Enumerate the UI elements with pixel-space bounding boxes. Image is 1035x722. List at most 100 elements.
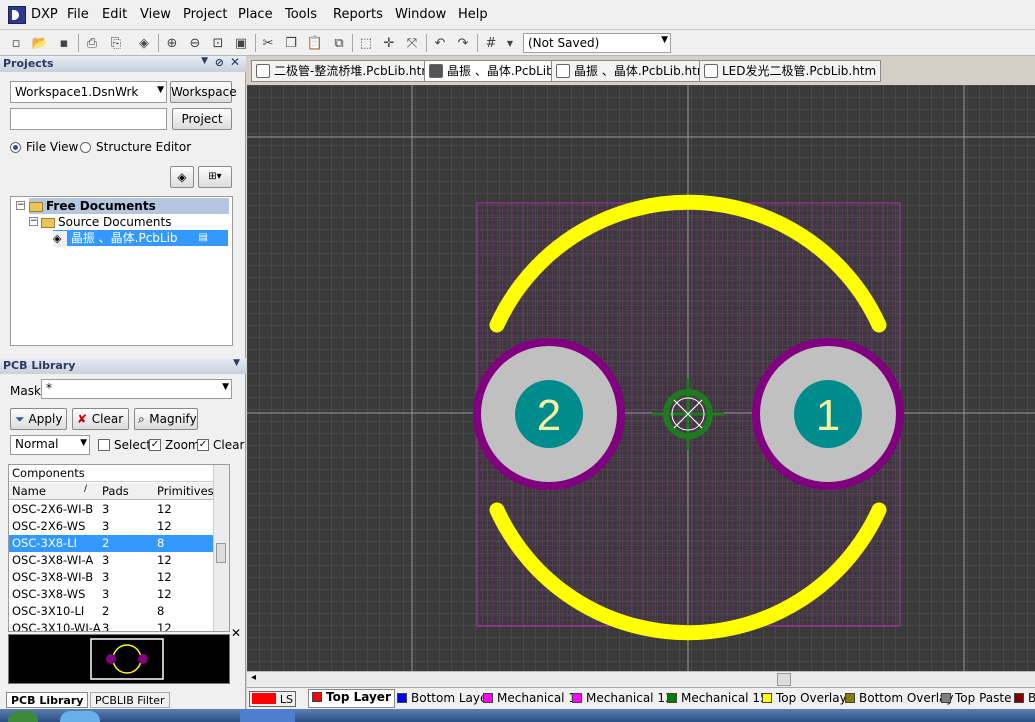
file-view-radio[interactable] bbox=[10, 142, 21, 153]
mask-input[interactable]: * ▼ bbox=[41, 379, 232, 399]
doc-tab-4[interactable]: LED发光二极管.PcbLib.htm bbox=[699, 60, 882, 82]
magnify-button[interactable]: ⌕ Magnify bbox=[134, 408, 198, 430]
paste-icon[interactable]: 📋 bbox=[305, 33, 325, 53]
project-button[interactable]: Project bbox=[172, 108, 232, 130]
print-preview-icon[interactable]: ⎘ bbox=[106, 33, 126, 53]
layer-tab-mechanical-1[interactable]: Mechanical 1 bbox=[483, 691, 576, 705]
variant-select[interactable]: (Not Saved) ▼ bbox=[523, 33, 671, 53]
menu-window[interactable]: Window bbox=[395, 7, 446, 22]
menu-view[interactable]: View bbox=[140, 7, 171, 22]
layer-tab-bottom-paste[interactable]: B bbox=[1014, 691, 1035, 705]
zoom-in-icon[interactable]: ⊕ bbox=[162, 33, 182, 53]
table-row[interactable]: OSC-3X8-WS 3 12 bbox=[9, 586, 213, 603]
vertical-scrollbar[interactable] bbox=[213, 465, 229, 631]
layer-tab-top-overlay[interactable]: Top Overlay bbox=[762, 691, 847, 705]
layer-tab-mechanical-15[interactable]: Mechanical 15 bbox=[667, 691, 768, 705]
collapse-icon[interactable]: − bbox=[29, 217, 38, 226]
close-preview-icon[interactable]: ✕ bbox=[231, 626, 241, 640]
zoom-fit-icon[interactable]: ⊡ bbox=[208, 33, 228, 53]
tab-pcblib-filter[interactable]: PCBLIB Filter bbox=[90, 692, 170, 708]
workspace-select[interactable]: Workspace1.DsnWrk ▼ bbox=[10, 81, 167, 103]
layer-tab-top-layer[interactable]: Top Layer bbox=[308, 689, 395, 708]
open-document-icon[interactable]: ⊞▾ bbox=[198, 166, 232, 188]
project-options-icon[interactable]: ◈ bbox=[170, 166, 194, 188]
project-field[interactable] bbox=[10, 108, 167, 130]
table-row[interactable]: OSC-3X8-WI-A 3 12 bbox=[9, 552, 213, 569]
clear-button[interactable]: ✘ Clear bbox=[72, 408, 129, 430]
table-row[interactable]: OSC-3X8-LI 2 8 bbox=[9, 535, 213, 552]
select-checkbox[interactable] bbox=[98, 439, 110, 451]
zoom-area-icon[interactable]: ▣ bbox=[231, 33, 251, 53]
clear-existing-checkbox[interactable]: ✓ bbox=[197, 439, 209, 451]
structure-editor-radio[interactable] bbox=[80, 142, 91, 153]
doc-tab-2[interactable]: 晶振 、晶体.PcbLib bbox=[424, 60, 559, 82]
tree-item-source-documents[interactable]: Source Documents bbox=[41, 214, 171, 230]
menu-help[interactable]: Help bbox=[458, 7, 488, 22]
grid-icon[interactable]: # bbox=[481, 33, 501, 53]
panel-menu-icon[interactable]: ▼ bbox=[233, 358, 240, 368]
open-folder-icon[interactable]: 📂 bbox=[30, 33, 50, 53]
table-row[interactable]: OSC-3X10-LI 2 8 bbox=[9, 603, 213, 620]
horizontal-scrollbar[interactable]: ◂ bbox=[247, 671, 1035, 687]
apply-button[interactable]: ⏷ Apply bbox=[10, 408, 67, 430]
pad-2[interactable]: 2 bbox=[473, 338, 625, 490]
table-row[interactable]: OSC-2X6-WI-B 3 12 bbox=[9, 501, 213, 518]
menu-tools[interactable]: Tools bbox=[285, 7, 317, 22]
scroll-left-icon[interactable]: ◂ bbox=[251, 672, 256, 683]
menu-project[interactable]: Project bbox=[183, 7, 227, 22]
pin-icon[interactable]: ⊘ bbox=[215, 56, 224, 69]
doc-tab-1[interactable]: 二极管-整流桥堆.PcbLib.htm bbox=[251, 60, 439, 82]
taskbar-app-icon[interactable] bbox=[240, 709, 295, 722]
doc-tab-3[interactable]: 晶振 、晶体.PcbLib.htm bbox=[551, 60, 714, 82]
undo-icon[interactable]: ↶ bbox=[430, 33, 450, 53]
table-row[interactable]: OSC-3X10-WI-A 3 12 bbox=[9, 620, 213, 631]
chevron-down-icon: ▼ bbox=[80, 438, 87, 448]
table-row[interactable]: OSC-3X8-WI-B 3 12 bbox=[9, 569, 213, 586]
layer-tab-top-paste[interactable]: Top Paste bbox=[941, 691, 1011, 705]
tree-item-pcblib[interactable]: ◈ 晶振 、晶体.PcbLib ▤ bbox=[53, 230, 228, 247]
menu-place[interactable]: Place bbox=[238, 7, 273, 22]
redo-icon[interactable]: ↷ bbox=[453, 33, 473, 53]
collapse-icon[interactable]: − bbox=[16, 201, 25, 210]
cut-icon[interactable]: ✂ bbox=[258, 33, 278, 53]
layer-swatch bbox=[845, 693, 855, 703]
scrollbar-thumb[interactable] bbox=[216, 543, 226, 563]
dxp-logo-icon[interactable] bbox=[8, 6, 26, 24]
deselect-icon[interactable]: ⤧ bbox=[402, 33, 422, 53]
menu-file[interactable]: File bbox=[67, 7, 89, 22]
taskbar-app-icon[interactable] bbox=[60, 711, 100, 722]
print-icon[interactable]: ⎙ bbox=[82, 33, 102, 53]
menu-reports[interactable]: Reports bbox=[333, 7, 383, 22]
select-area-icon[interactable]: ⬚ bbox=[356, 33, 376, 53]
layers-icon[interactable]: ◈ bbox=[134, 33, 154, 53]
scrollbar-thumb[interactable] bbox=[777, 673, 791, 686]
tree-item-free-documents[interactable]: Free Documents bbox=[29, 198, 229, 214]
new-document-icon[interactable]: ▫ bbox=[6, 33, 26, 53]
grid-dropdown-icon[interactable]: ▼ bbox=[500, 33, 520, 53]
table-row[interactable]: OSC-2X6-WS 3 12 bbox=[9, 518, 213, 535]
mode-select[interactable]: Normal ▼ bbox=[10, 435, 90, 455]
tab-pcb-library[interactable]: PCB Library bbox=[6, 692, 89, 708]
zoom-checkbox[interactable]: ✓ bbox=[149, 439, 161, 451]
column-pads[interactable]: Pads bbox=[102, 484, 129, 498]
layer-swatch bbox=[667, 693, 677, 703]
pcb-canvas[interactable]: 2 1 bbox=[247, 85, 1035, 671]
zoom-out-icon[interactable]: ⊖ bbox=[185, 33, 205, 53]
layer-tab-bottom-layer[interactable]: Bottom Layer bbox=[397, 691, 492, 705]
workspace-button[interactable]: Workspace bbox=[170, 81, 237, 103]
menu-dxp[interactable]: DXP bbox=[31, 7, 58, 22]
start-button-icon[interactable] bbox=[8, 711, 38, 722]
rubber-stamp-icon[interactable]: ⧉ bbox=[329, 33, 349, 53]
column-primitives[interactable]: Primitives bbox=[157, 484, 214, 498]
layer-tab-bottom-overlay[interactable]: Bottom Overlay bbox=[845, 691, 953, 705]
column-name[interactable]: Name bbox=[12, 484, 46, 498]
pad-1[interactable]: 1 bbox=[752, 338, 904, 490]
copy-icon[interactable]: ❐ bbox=[281, 33, 301, 53]
save-icon[interactable]: ▪ bbox=[54, 33, 74, 53]
panel-menu-icon[interactable]: ▼ bbox=[201, 56, 208, 66]
move-icon[interactable]: ✛ bbox=[379, 33, 399, 53]
close-icon[interactable]: ✕ bbox=[230, 55, 240, 69]
menu-edit[interactable]: Edit bbox=[102, 7, 127, 22]
layer-set-button[interactable]: LS bbox=[249, 691, 296, 707]
layer-tab-mechanical-13[interactable]: Mechanical 13 bbox=[572, 691, 673, 705]
